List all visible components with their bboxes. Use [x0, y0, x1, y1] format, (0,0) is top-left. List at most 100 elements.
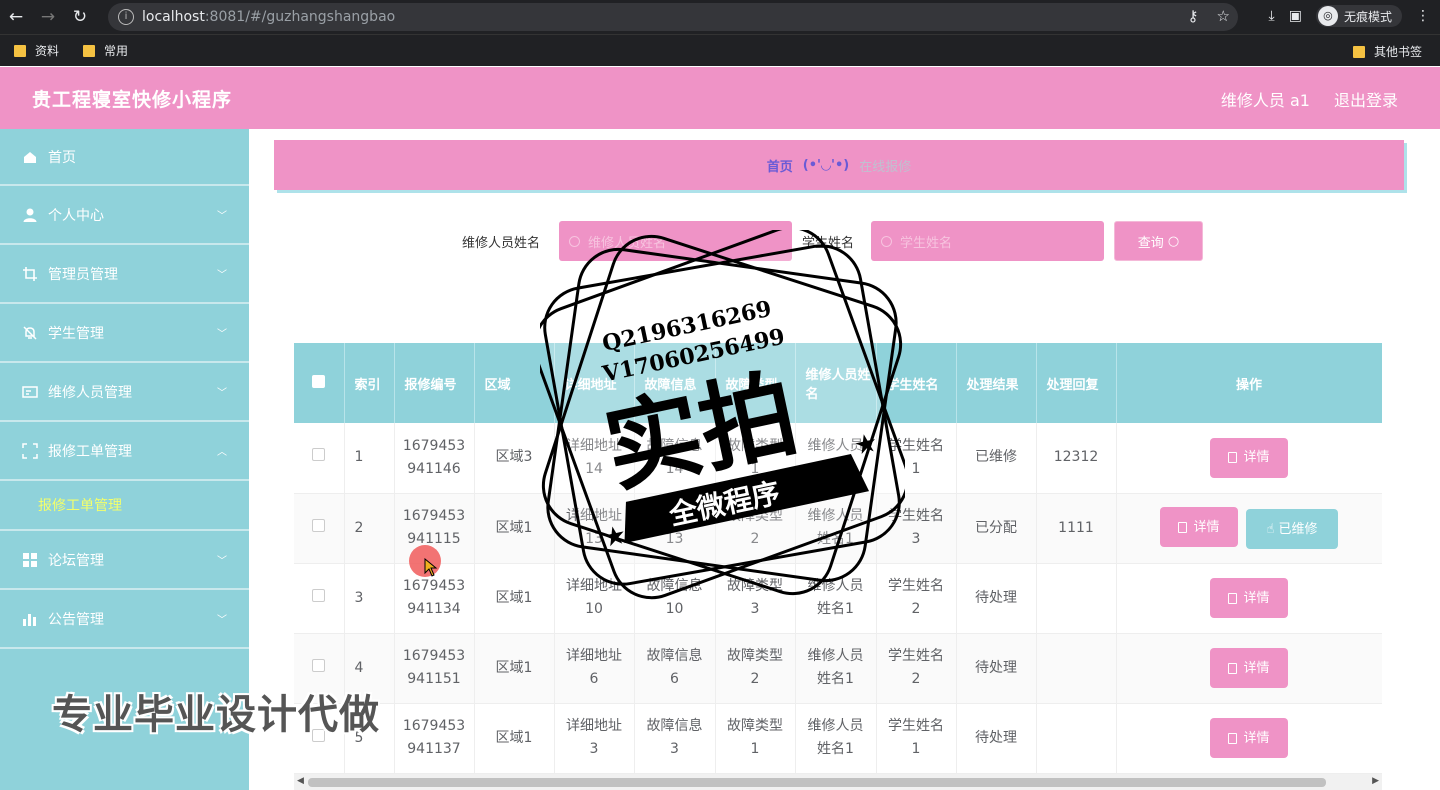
user-icon [23, 208, 37, 222]
incognito-label: 无痕模式 [1343, 9, 1392, 24]
watermark-stamp: Q2196316269 V17060256499 实拍 全微程序 ★ ★ [540, 230, 905, 600]
site-info-icon[interactable]: i [118, 9, 134, 25]
detail-button[interactable]: 详情 [1210, 648, 1288, 688]
cell-student: 学生姓名 1 [876, 703, 957, 774]
mouse-cursor-icon [424, 558, 438, 577]
col-order-no[interactable]: 报修编号 [394, 343, 475, 423]
cell-student: 学生姓名 2 [876, 633, 957, 704]
cell-order-no: 1679453 941151 [394, 633, 475, 704]
logout-link[interactable]: 退出登录 [1334, 87, 1398, 111]
search-input-student[interactable]: 学生姓名 [871, 221, 1104, 261]
col-index[interactable]: 索引 [344, 343, 395, 423]
download-icon[interactable]: ⤓ [1269, 8, 1275, 24]
url-text: localhost:8081/#/guzhangshangbao [142, 9, 396, 25]
address-bar[interactable]: i localhost:8081/#/guzhangshangbao ⚷ ☆ [108, 3, 1238, 31]
detail-button[interactable]: 详情 [1210, 718, 1288, 758]
cell-repairman: 维修人员姓名1 [795, 703, 877, 774]
row-checkbox[interactable] [312, 448, 326, 462]
incognito-badge[interactable]: ◎ 无痕模式 [1315, 5, 1402, 27]
breadcrumb-current: 在线报修 [859, 159, 912, 175]
current-user: 维修人员 a1 [1220, 91, 1310, 110]
scroll-right-icon[interactable]: ▶ [1372, 776, 1379, 786]
detail-button[interactable]: 详情 [1210, 437, 1288, 478]
home-icon [24, 151, 36, 163]
sidebar-item-orders[interactable]: 报修工单管理 ︿ [0, 422, 249, 481]
col-reply[interactable]: 处理回复 [1036, 343, 1117, 423]
key-icon[interactable]: ⚷ [1188, 7, 1199, 25]
row-checkbox[interactable] [312, 658, 326, 672]
grid-icon [23, 552, 37, 567]
chevron-down-icon: ﹀ [217, 329, 227, 340]
star-icon[interactable]: ☆ [1217, 7, 1230, 25]
chevron-up-icon: ︿ [217, 447, 227, 458]
table-row: 5 1679453 941137 区域1 详细地址 3 故障信息 3 故障类型 1 维修… [294, 703, 1382, 774]
chevron-down-icon: ﹀ [217, 270, 227, 281]
cell-actions: 详情 ☝ 已维修 [1116, 493, 1382, 564]
table-row: 4 1679453 941151 区域1 详细地址 6 故障信息 6 故障类型 2 维修… [294, 633, 1382, 704]
row-checkbox[interactable] [312, 588, 326, 602]
breadcrumb-home[interactable]: 首页 [767, 156, 793, 175]
cell-actions: 详情 [1116, 633, 1382, 704]
select-all-checkbox[interactable] [312, 374, 326, 388]
cell-address: 详细地址 6 [554, 633, 635, 704]
sidebar-item-home[interactable]: 首页 [0, 129, 249, 186]
bookmark-folder-1[interactable]: 常用 [83, 42, 128, 59]
cell-reply [1036, 633, 1117, 704]
cell-actions: 详情 [1116, 423, 1382, 494]
scrollbar-thumb[interactable] [308, 778, 1326, 787]
cell-order-no: 1679453 941137 [394, 703, 475, 774]
watermark-text: 专业毕业设计代做 [52, 692, 380, 738]
detail-button[interactable]: 详情 [1160, 507, 1238, 547]
cell-result: 待处理 [956, 563, 1037, 634]
query-button[interactable]: 查询 ○ [1114, 221, 1203, 261]
cell-fault-info: 故障信息 3 [634, 703, 716, 774]
mark-repaired-button[interactable]: ☝ 已维修 [1246, 509, 1338, 549]
sidebar-subitem-orders[interactable]: 报修工单管理 [0, 481, 249, 531]
cell-result: 已维修 [956, 423, 1037, 494]
forward-icon[interactable]: → [32, 7, 64, 27]
sidebar-item-repairmen[interactable]: 维修人员管理 ﹀ [0, 363, 249, 422]
breadcrumb-separator: (•'◡'•) [802, 157, 850, 173]
fullscreen-icon [22, 442, 38, 459]
cell-reply: 1111 [1036, 493, 1117, 564]
cell-fault-type: 故障类型2 [715, 633, 796, 704]
app-header: 贵工程寝室快修小程序 维修人员 a1 退出登录 [0, 67, 1440, 129]
horizontal-scrollbar[interactable]: ◀ ▶ [294, 774, 1382, 790]
col-result[interactable]: 处理结果 [956, 343, 1037, 423]
cell-index: 2 [344, 493, 395, 564]
row-checkbox[interactable] [312, 518, 326, 532]
chevron-down-icon: ﹀ [217, 211, 227, 222]
bell-off-icon [23, 325, 37, 340]
chevron-down-icon: ﹀ [217, 615, 227, 626]
detail-button[interactable]: 详情 [1210, 578, 1288, 618]
cell-address: 详细地址 3 [554, 703, 635, 774]
cell-fault-info: 故障信息 6 [634, 633, 716, 704]
col-actions: 操作 [1116, 343, 1382, 423]
chart-icon [23, 613, 36, 626]
cell-order-no: 1679453 941146 [394, 423, 475, 494]
sidebar-item-forum[interactable]: 论坛管理 ﹀ [0, 531, 249, 590]
sidebar-item-notice[interactable]: 公告管理 ﹀ [0, 590, 249, 649]
sidebar-item-students[interactable]: 学生管理 ﹀ [0, 304, 249, 363]
bookmark-folder-0[interactable]: 资料 [14, 42, 59, 59]
back-icon[interactable]: ← [0, 7, 32, 27]
cell-index: 3 [344, 563, 395, 634]
sidebar-item-admin[interactable]: 管理员管理 ﹀ [0, 245, 249, 304]
chevron-down-icon: ﹀ [217, 388, 227, 399]
sidepanel-icon[interactable]: ▣ [1289, 8, 1302, 24]
cell-result: 待处理 [956, 703, 1037, 774]
document-icon [1228, 592, 1238, 604]
cell-reply [1036, 703, 1117, 774]
other-bookmarks[interactable]: 其他书签 [1352, 43, 1422, 60]
scroll-left-icon[interactable]: ◀ [297, 776, 304, 786]
sidebar-item-profile[interactable]: 个人中心 ﹀ [0, 186, 249, 245]
search-icon: ○ [1167, 233, 1180, 249]
cell-actions: 详情 [1116, 703, 1382, 774]
reload-icon[interactable]: ↻ [64, 7, 96, 27]
cell-result: 已分配 [956, 493, 1037, 564]
folder-icon [1352, 45, 1365, 58]
menu-icon[interactable]: ⋮ [1416, 8, 1430, 24]
cell-index: 1 [344, 423, 395, 494]
thumb-icon: ☝ [1266, 521, 1275, 537]
cell-actions: 详情 [1116, 563, 1382, 634]
